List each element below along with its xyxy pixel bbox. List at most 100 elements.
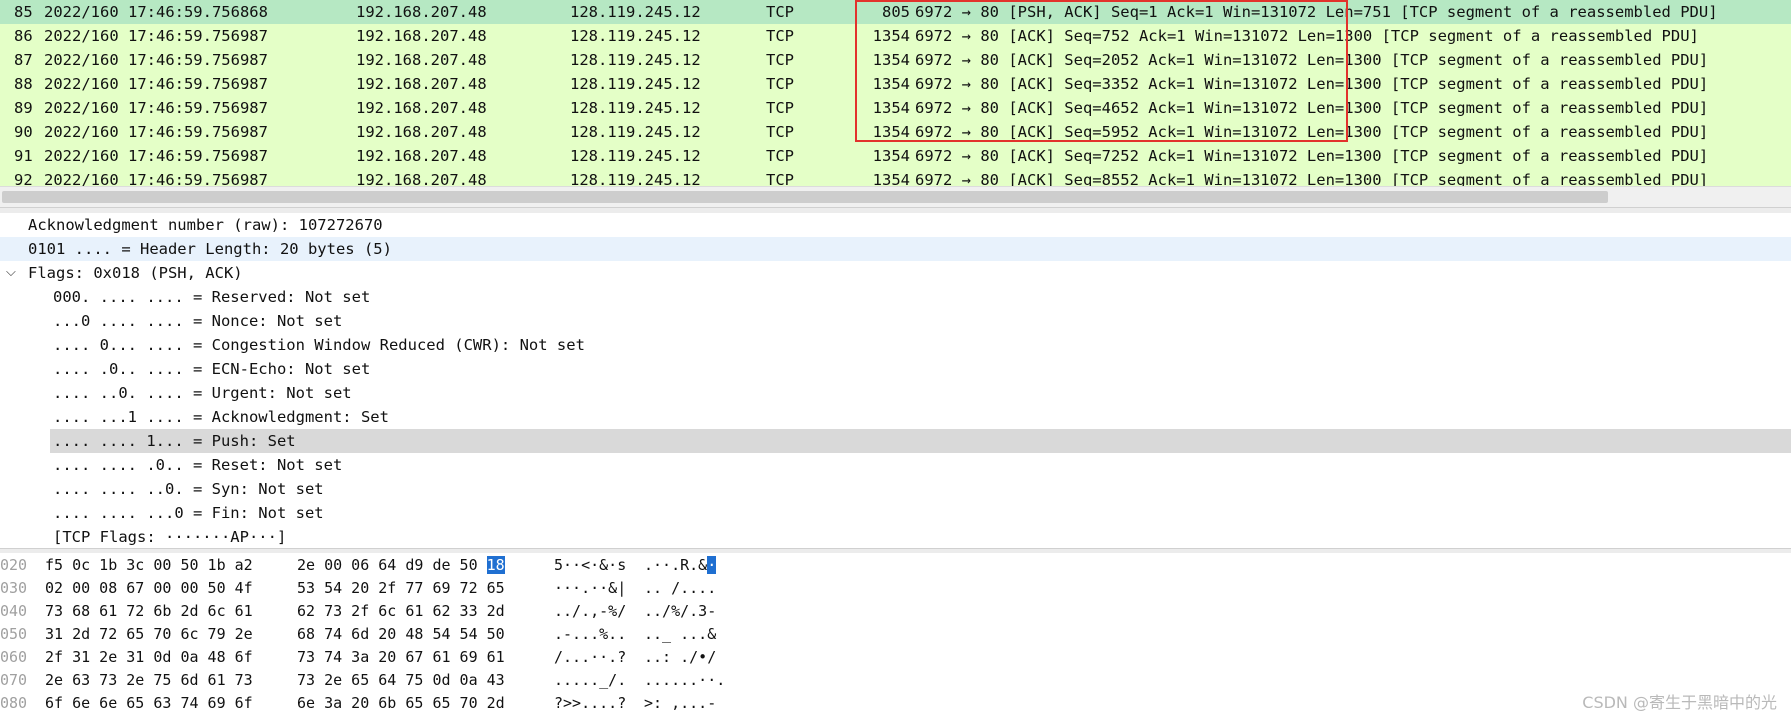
hex-row[interactable]: 060 2f 31 2e 31 0d 0a 48 6f 73 74 3a 20 …	[0, 646, 716, 669]
hex-offset: 050	[0, 625, 28, 643]
packet-time: 2022/160 17:46:59.756987	[44, 51, 268, 69]
packet-time: 2022/160 17:46:59.756987	[44, 75, 268, 93]
tree-item[interactable]: .... .... ..0. = Syn: Not set	[0, 477, 1791, 501]
hex-bytes[interactable]: 73 68 61 72 6b 2d 6c 61	[45, 600, 253, 623]
hex-offset: 030	[0, 579, 28, 597]
tree-item-label: .... .... .0.. = Reset: Not set	[53, 456, 343, 474]
hex-row[interactable]: 030 02 00 08 67 00 00 50 4f 53 54 20 2f …	[0, 577, 716, 600]
hex-bytes[interactable]: 68 74 6d 20 48 54 54 50	[297, 623, 505, 646]
selected-hex-byte[interactable]: 18	[486, 556, 505, 574]
packet-protocol: TCP	[766, 99, 794, 117]
tree-item[interactable]: [TCP Flags: ·······AP···]	[0, 525, 1791, 547]
packet-info: 6972 → 80 [ACK] Seq=4652 Ack=1 Win=13107…	[915, 99, 1709, 117]
tree-item[interactable]: ...0 .... .... = Nonce: Not set	[0, 309, 1791, 333]
ascii-bytes[interactable]: ../%/.3-	[644, 600, 716, 623]
packet-bytes-pane[interactable]: 020 f5 0c 1b 3c 00 50 1b a2 2e 00 06 64 …	[0, 553, 1791, 721]
tree-item-label: .... .0.. .... = ECN-Echo: Not set	[53, 360, 371, 378]
ascii-bytes[interactable]: ../.,-%/	[554, 600, 626, 623]
packet-row[interactable]: 87 2022/160 17:46:59.756987 192.168.207.…	[0, 48, 1791, 72]
packet-length: 1354	[872, 123, 910, 141]
packet-number: 87	[14, 51, 33, 69]
tree-item[interactable]: .... .0.. .... = ECN-Echo: Not set	[0, 357, 1791, 381]
ascii-bytes[interactable]: 5··<·&·s	[554, 554, 626, 577]
hex-bytes[interactable]: 2f 31 2e 31 0d 0a 48 6f	[45, 646, 253, 669]
packet-info: 6972 → 80 [ACK] Seq=3352 Ack=1 Win=13107…	[915, 75, 1709, 93]
packet-protocol: TCP	[766, 27, 794, 45]
tree-item-selected[interactable]: .... .... 1... = Push: Set	[0, 429, 1791, 453]
packet-protocol: TCP	[766, 123, 794, 141]
ascii-bytes[interactable]: >: ,...-	[644, 692, 716, 715]
ascii-bytes[interactable]: /...··.?	[554, 646, 626, 669]
packet-info: 6972 → 80 [ACK] Seq=8552 Ack=1 Win=13107…	[915, 171, 1709, 186]
hex-row[interactable]: 020 f5 0c 1b 3c 00 50 1b a2 2e 00 06 64 …	[0, 554, 717, 577]
packet-row[interactable]: 92 2022/160 17:46:59.756987 192.168.207.…	[0, 168, 1791, 186]
tree-item[interactable]: .... 0... .... = Congestion Window Reduc…	[0, 333, 1791, 357]
packet-length: 1354	[872, 147, 910, 165]
hex-bytes[interactable]: 6e 3a 20 6b 65 65 70 2d	[297, 692, 505, 715]
hex-row[interactable]: 070 2e 63 73 2e 75 6d 61 73 73 2e 65 64 …	[0, 669, 725, 692]
hex-bytes[interactable]: 6f 6e 6e 65 63 74 69 6f	[45, 692, 253, 715]
tree-item[interactable]: .... .... ...0 = Fin: Not set	[0, 501, 1791, 525]
packet-row[interactable]: 88 2022/160 17:46:59.756987 192.168.207.…	[0, 72, 1791, 96]
packet-list[interactable]: 85 2022/160 17:46:59.756868 192.168.207.…	[0, 0, 1791, 186]
hex-bytes[interactable]: f5 0c 1b 3c 00 50 1b a2	[45, 554, 253, 577]
hex-bytes[interactable]: 2e 63 73 2e 75 6d 61 73	[45, 669, 253, 692]
packet-row[interactable]: 90 2022/160 17:46:59.756987 192.168.207.…	[0, 120, 1791, 144]
ascii-bytes[interactable]: ?>>....?	[554, 692, 626, 715]
ascii-bytes[interactable]: .··.R.&	[644, 556, 707, 574]
selected-ascii-byte[interactable]: ·	[707, 556, 717, 574]
hex-bytes[interactable]: 73 74 3a 20 67 61 69 61	[297, 646, 505, 669]
ascii-bytes[interactable]: .. /....	[644, 577, 716, 600]
packet-destination: 128.119.245.12	[570, 99, 701, 117]
tree-item-flags[interactable]: ⌵ Flags: 0x018 (PSH, ACK)	[0, 261, 1791, 285]
ascii-bytes[interactable]: ....._/.	[554, 669, 626, 692]
packet-time: 2022/160 17:46:59.756868	[44, 3, 268, 21]
packet-row[interactable]: 85 2022/160 17:46:59.756868 192.168.207.…	[0, 0, 1791, 24]
packet-number: 88	[14, 75, 33, 93]
tree-item-label: .... 0... .... = Congestion Window Reduc…	[53, 336, 585, 354]
packet-info: 6972 → 80 [ACK] Seq=5952 Ack=1 Win=13107…	[915, 123, 1709, 141]
tree-item[interactable]: .... ...1 .... = Acknowledgment: Set	[0, 405, 1791, 429]
watermark: CSDN @寄生于黑暗中的光	[1582, 693, 1777, 712]
tree-item[interactable]: 0101 .... = Header Length: 20 bytes (5)	[0, 237, 1791, 261]
hex-bytes[interactable]: 31 2d 72 65 70 6c 79 2e	[45, 623, 253, 646]
tree-item[interactable]: Acknowledgment number (raw): 107272670	[0, 213, 1791, 237]
packet-number: 89	[14, 99, 33, 117]
hex-row[interactable]: 080 6f 6e 6e 65 63 74 69 6f 6e 3a 20 6b …	[0, 692, 716, 715]
hex-bytes[interactable]: 53 54 20 2f 77 69 72 65	[297, 577, 505, 600]
chevron-down-icon[interactable]: ⌵	[6, 261, 16, 285]
ascii-bytes-group[interactable]: .··.R.&·	[644, 554, 717, 577]
packet-row[interactable]: 86 2022/160 17:46:59.756987 192.168.207.…	[0, 24, 1791, 48]
hex-row[interactable]: 050 31 2d 72 65 70 6c 79 2e 68 74 6d 20 …	[0, 623, 716, 646]
tree-item[interactable]: .... ..0. .... = Urgent: Not set	[0, 381, 1791, 405]
hex-bytes[interactable]: 73 2e 65 64 75 0d 0a 43	[297, 669, 505, 692]
hex-bytes-group[interactable]: 2e 00 06 64 d9 de 50 18	[297, 554, 505, 577]
horizontal-scrollbar[interactable]	[0, 186, 1791, 207]
ascii-bytes[interactable]: ......··.	[644, 669, 725, 692]
packet-row[interactable]: 91 2022/160 17:46:59.756987 192.168.207.…	[0, 144, 1791, 168]
packet-details-tree[interactable]: Acknowledgment number (raw): 107272670 0…	[0, 213, 1791, 547]
hex-offset: 080	[0, 694, 28, 712]
ascii-bytes[interactable]: .-...%..	[554, 623, 626, 646]
tree-item[interactable]: 000. .... .... = Reserved: Not set	[0, 285, 1791, 309]
packet-info: 6972 → 80 [PSH, ACK] Seq=1 Ack=1 Win=131…	[915, 3, 1718, 21]
ascii-bytes[interactable]: ..: ./•/	[644, 646, 716, 669]
hex-row[interactable]: 040 73 68 61 72 6b 2d 6c 61 62 73 2f 6c …	[0, 600, 716, 623]
packet-source: 192.168.207.48	[356, 75, 487, 93]
tree-item[interactable]: .... .... .0.. = Reset: Not set	[0, 453, 1791, 477]
packet-source: 192.168.207.48	[356, 147, 487, 165]
scrollbar-thumb[interactable]	[2, 191, 1608, 203]
packet-destination: 128.119.245.12	[570, 3, 701, 21]
tree-item-label: 0101 .... = Header Length: 20 bytes (5)	[28, 240, 392, 258]
tree-item-label: .... ...1 .... = Acknowledgment: Set	[53, 408, 389, 426]
ascii-bytes[interactable]: ···.··&|	[554, 577, 626, 600]
hex-bytes[interactable]: 2e 00 06 64 d9 de 50	[297, 556, 478, 574]
hex-bytes[interactable]: 02 00 08 67 00 00 50 4f	[45, 577, 253, 600]
ascii-bytes[interactable]: .._ ...&	[644, 623, 716, 646]
packet-protocol: TCP	[766, 51, 794, 69]
packet-row[interactable]: 89 2022/160 17:46:59.756987 192.168.207.…	[0, 96, 1791, 120]
packet-length: 1354	[872, 51, 910, 69]
hex-bytes[interactable]: 62 73 2f 6c 61 62 33 2d	[297, 600, 505, 623]
packet-time: 2022/160 17:46:59.756987	[44, 27, 268, 45]
tree-item-label: 000. .... .... = Reserved: Not set	[53, 288, 371, 306]
